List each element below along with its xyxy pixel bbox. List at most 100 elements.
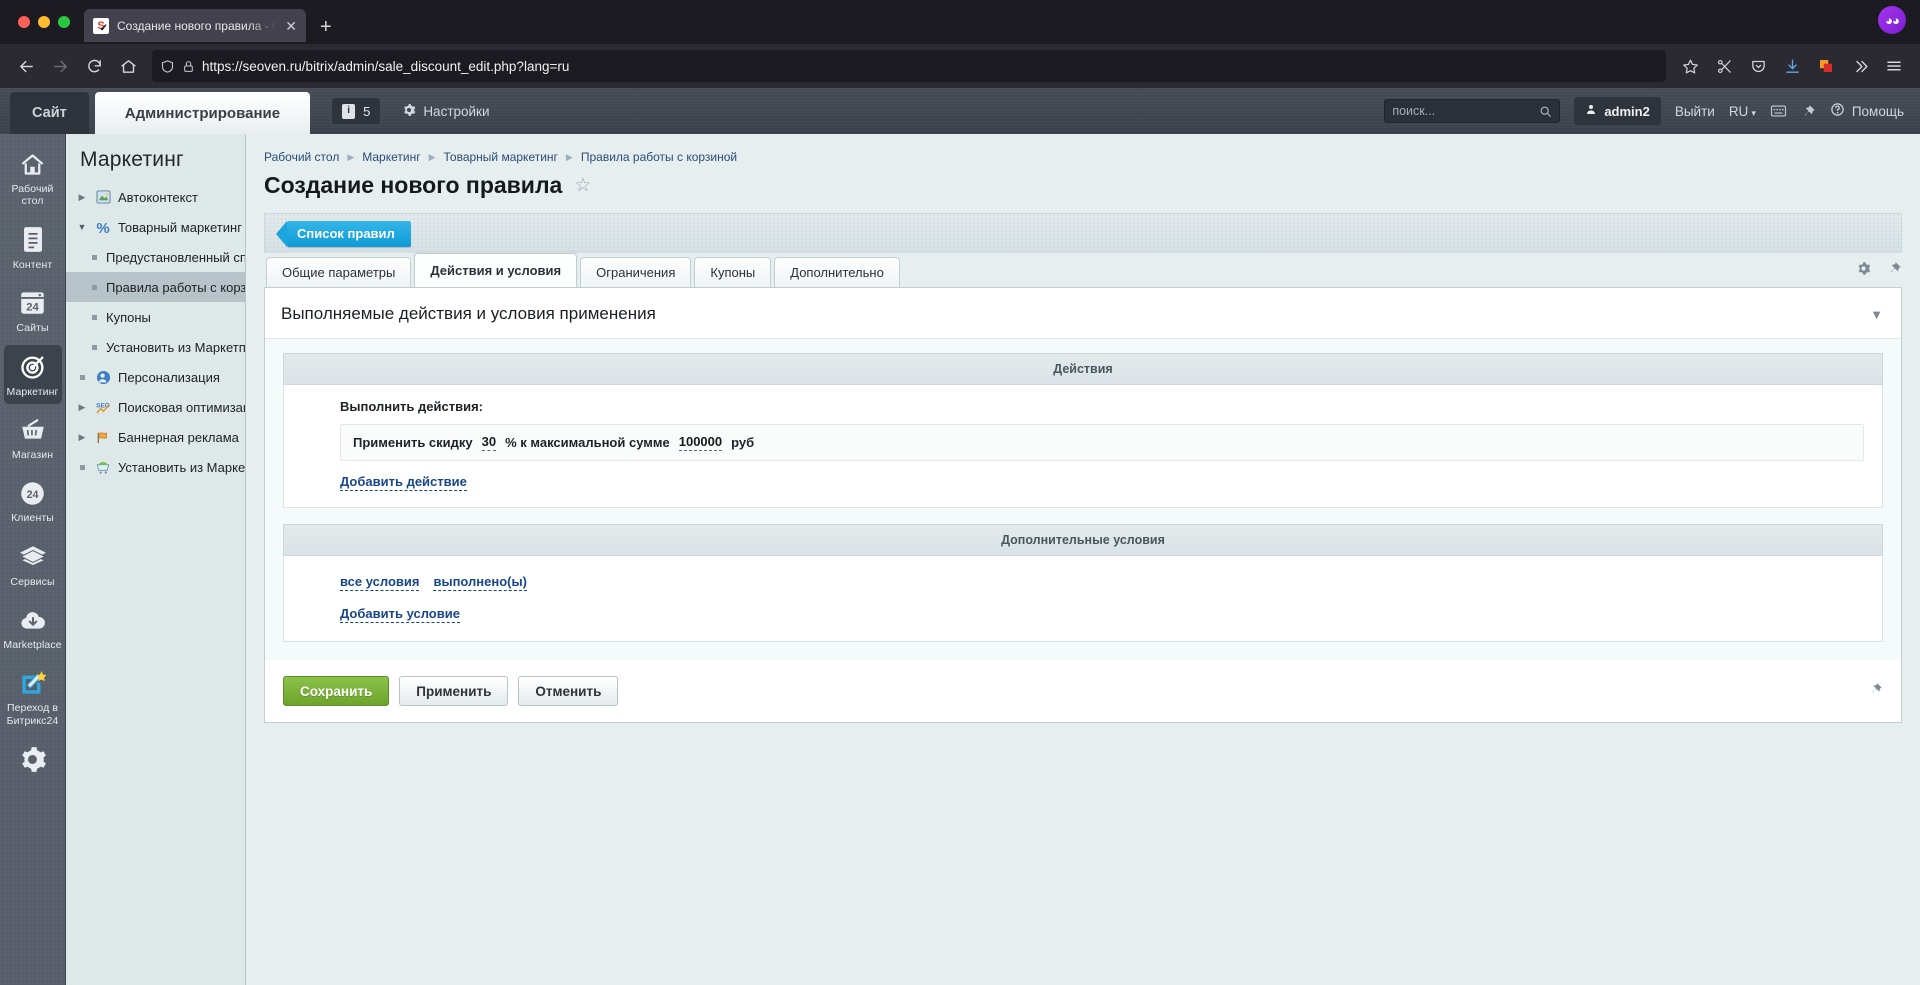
sidebar-item-sites[interactable]: 24 Сайты — [4, 281, 62, 340]
forward-arrow-icon[interactable] — [44, 50, 76, 82]
subnav-label: Установить из Маркетплейса — [118, 460, 246, 475]
user-icon — [1585, 103, 1597, 119]
keyboard-icon[interactable] — [1770, 104, 1787, 118]
extension-icon[interactable] — [1810, 50, 1842, 82]
download-icon[interactable] — [1776, 50, 1808, 82]
home-icon[interactable] — [112, 50, 144, 82]
tab-actions-conditions[interactable]: Действия и условия — [414, 253, 577, 287]
subnav-item-product-marketing[interactable]: ▼ % Товарный маркетинг — [66, 212, 245, 242]
logout-link[interactable]: Выйти — [1675, 104, 1715, 119]
sidebar-item-shop[interactable]: Магазин — [4, 408, 62, 467]
plus-icon[interactable]: + — [306, 17, 346, 37]
main-icon-sidebar: Рабочий стол Контент 24 Сайты — [0, 134, 66, 985]
search-icon[interactable] — [1539, 105, 1552, 118]
sidebar-item-services[interactable]: Сервисы — [4, 535, 62, 594]
profile-avatar-icon[interactable]: ◕◕ — [1878, 6, 1906, 34]
add-condition-link[interactable]: Добавить условие — [340, 606, 460, 623]
help-link[interactable]: Помощь — [1830, 102, 1904, 120]
browser-tab[interactable]: S✓ Создание нового правила - Се ✕ — [84, 9, 306, 42]
subnav-item-install-marketplace-sub[interactable]: Установить из Маркетплейса — [66, 332, 245, 362]
subnav-item-preset-list[interactable]: Предустановленный список — [66, 242, 245, 272]
sidebar-item-desktop[interactable]: Рабочий стол — [4, 142, 62, 214]
back-arrow-icon[interactable] — [10, 50, 42, 82]
sidebar-item-settings[interactable] — [4, 737, 62, 780]
sidebar-item-marketplace[interactable]: Marketplace — [4, 598, 62, 657]
star-icon[interactable] — [1674, 50, 1706, 82]
execute-actions-label: Выполнить действия: — [340, 399, 1864, 424]
apply-button[interactable]: Применить — [399, 676, 508, 706]
sidebar-item-content[interactable]: Контент — [4, 218, 62, 277]
header-settings-link[interactable]: Настройки — [402, 103, 489, 120]
cancel-button[interactable]: Отменить — [518, 676, 618, 706]
svg-text:%: % — [96, 220, 109, 235]
chevron-right-icon[interactable]: ▶ — [76, 402, 88, 413]
url-text: https://seoven.ru/bitrix/admin/sale_disc… — [202, 59, 569, 74]
pin-icon[interactable] — [1801, 104, 1816, 119]
target-icon — [18, 352, 48, 382]
hamburger-menu-icon[interactable] — [1878, 50, 1910, 82]
gear-icon[interactable] — [1856, 261, 1871, 281]
action-suffix-label: руб — [731, 435, 754, 450]
maximize-window-button[interactable] — [58, 16, 70, 28]
user-menu-button[interactable]: admin2 — [1574, 97, 1661, 125]
pin-icon[interactable] — [1869, 682, 1883, 701]
tab-additional[interactable]: Дополнительно — [774, 257, 900, 287]
discount-percent-value[interactable]: 30 — [482, 434, 496, 451]
subnav-item-banner-ads[interactable]: ▶ Баннерная реклама — [66, 422, 245, 452]
pocket-icon[interactable] — [1742, 50, 1774, 82]
shield-icon[interactable] — [160, 59, 175, 74]
header-tab-site[interactable]: Сайт — [10, 92, 89, 134]
chevron-double-right-icon[interactable] — [1844, 50, 1876, 82]
chevron-right-icon[interactable]: ▶ — [76, 192, 88, 203]
condition-state[interactable]: выполнено(ы) — [433, 574, 526, 591]
subnav-item-personalization[interactable]: Персонализация — [66, 362, 245, 392]
header-tab-administration[interactable]: Администрирование — [95, 92, 310, 134]
subnav-item-seo[interactable]: ▶ SEO Поисковая оптимизация — [66, 392, 245, 422]
sidebar-item-clients[interactable]: 24 Клиенты — [4, 471, 62, 530]
notification-counter[interactable]: i 5 — [332, 98, 380, 124]
subnav-item-coupons[interactable]: Купоны — [66, 302, 245, 332]
breadcrumb-item-1[interactable]: Маркетинг — [362, 150, 420, 164]
close-window-button[interactable] — [18, 16, 30, 28]
scissors-icon[interactable] — [1708, 50, 1740, 82]
tab-coupons[interactable]: Купоны — [694, 257, 771, 287]
add-action-link[interactable]: Добавить действие — [340, 474, 467, 491]
language-selector[interactable]: RU▾ — [1729, 104, 1756, 119]
page-title-row: Создание нового правила ☆ — [264, 172, 1902, 213]
breadcrumb-item-0[interactable]: Рабочий стол — [264, 150, 339, 164]
chevron-right-icon[interactable]: ▶ — [76, 432, 88, 443]
cart-icon — [94, 458, 112, 476]
star-outline-icon[interactable]: ☆ — [574, 174, 591, 197]
pin-icon[interactable] — [1887, 261, 1902, 281]
admin-header: Сайт Администрирование i 5 Настройки — [0, 88, 1920, 134]
reload-icon[interactable] — [78, 50, 110, 82]
actions-conditions-panel: Выполняемые действия и условия применени… — [264, 287, 1902, 723]
admin-search-box[interactable] — [1384, 99, 1560, 123]
subnav-label: Правила работы с корзиной — [106, 280, 246, 295]
subnav-item-autocontext[interactable]: ▶ Автоконтекст — [66, 182, 245, 212]
tab-restrictions[interactable]: Ограничения — [580, 257, 691, 287]
svg-text:24: 24 — [27, 489, 39, 501]
condition-quantifier[interactable]: все условия — [340, 574, 419, 591]
sidebar-item-bitrix24[interactable]: Переход в Битрикс24 — [4, 661, 62, 733]
panel-title: Выполняемые действия и условия применени… — [281, 304, 656, 324]
address-bar[interactable]: https://seoven.ru/bitrix/admin/sale_disc… — [152, 50, 1666, 82]
chevron-down-icon[interactable]: ▼ — [76, 222, 88, 232]
page-toolbar: Список правил — [264, 213, 1902, 253]
minimize-window-button[interactable] — [38, 16, 50, 28]
bullet-icon — [76, 375, 88, 380]
breadcrumb-item-2[interactable]: Товарный маркетинг — [444, 150, 558, 164]
save-button[interactable]: Сохранить — [283, 676, 389, 706]
question-icon — [1830, 102, 1845, 120]
max-amount-value[interactable]: 100000 — [679, 434, 722, 451]
page-body: Рабочий стол Контент 24 Сайты — [0, 134, 1920, 985]
search-input[interactable] — [1392, 104, 1539, 118]
close-icon[interactable]: ✕ — [285, 19, 297, 33]
breadcrumb-item-3[interactable]: Правила работы с корзиной — [581, 150, 737, 164]
tab-general-parameters[interactable]: Общие параметры — [266, 257, 411, 287]
subnav-item-basket-rules[interactable]: Правила работы с корзиной — [66, 272, 245, 302]
chevron-down-icon[interactable]: ▼ — [1870, 307, 1883, 322]
sidebar-item-marketing[interactable]: Маркетинг — [4, 345, 62, 404]
rules-list-button[interactable]: Список правил — [287, 221, 411, 247]
subnav-item-install-marketplace[interactable]: Установить из Маркетплейса — [66, 452, 245, 482]
